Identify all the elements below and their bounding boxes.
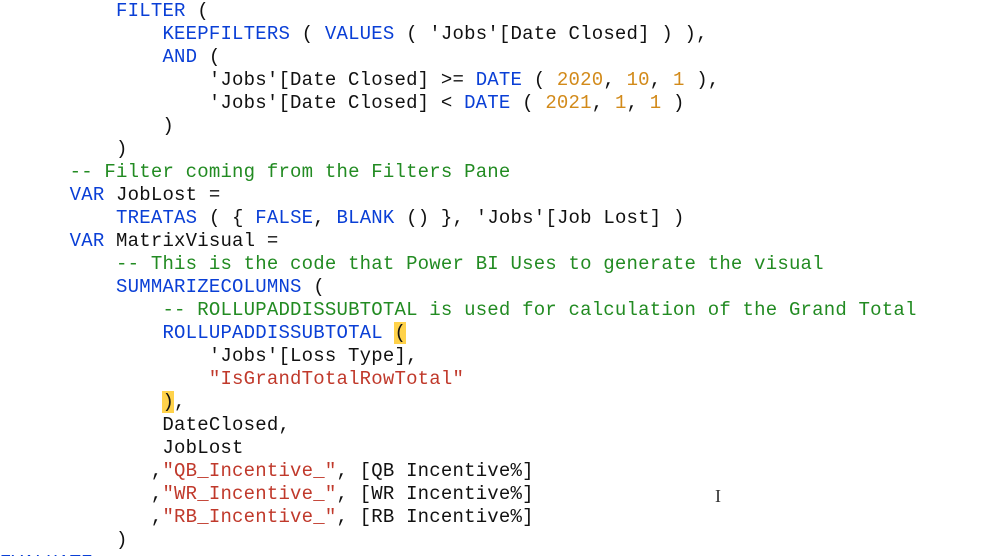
highlighted-close-paren: ) (162, 391, 174, 413)
number: 10 (627, 69, 650, 91)
string: "WR_Incentive_" (162, 483, 336, 505)
code-line: 'Jobs'[Date Closed] >= (0, 69, 476, 91)
code-line (0, 0, 116, 22)
number: 1 (650, 92, 662, 114)
highlighted-open-paren: ( (394, 322, 406, 344)
code-line: ) (0, 115, 174, 137)
code-line (0, 368, 209, 390)
code-line: JobLost (0, 437, 244, 459)
code-line: 'Jobs'[Loss Type], (0, 345, 418, 367)
code-text: , (313, 207, 336, 229)
code-line (0, 184, 70, 206)
code-text: , [WR Incentive%] (336, 483, 533, 505)
code-line: , (0, 483, 162, 505)
string: "QB_Incentive_" (162, 460, 336, 482)
code-text (383, 322, 395, 344)
comment: -- This is the code that Power BI Uses t… (116, 253, 824, 275)
comment: -- ROLLUPADDISSUBTOTAL is used for calcu… (162, 299, 916, 321)
code-text: , (592, 92, 615, 114)
code-text: ( 'Jobs'[Date Closed] ) ), (395, 23, 708, 45)
number: 1 (673, 69, 685, 91)
code-text: , (627, 92, 650, 114)
code-line: , (0, 506, 162, 528)
code-line (0, 253, 116, 275)
keyword-evaluate: EVALUATE (0, 552, 93, 556)
keyword-blank: BLANK (337, 207, 395, 229)
code-text: ( (186, 0, 209, 22)
code-text: , [QB Incentive%] (336, 460, 533, 482)
keyword-summarizecolumns: SUMMARIZECOLUMNS (116, 276, 302, 298)
code-editor[interactable]: FILTER ( KEEPFILTERS ( VALUES ( 'Jobs'[D… (0, 0, 991, 556)
keyword-values: VALUES (325, 23, 395, 45)
code-line (0, 46, 162, 68)
code-line (0, 322, 162, 344)
code-text: , (603, 69, 626, 91)
code-text: ( (302, 276, 325, 298)
keyword-and: AND (162, 46, 197, 68)
code-text: , [RB Incentive%] (336, 506, 533, 528)
code-text: ) (661, 92, 684, 114)
code-text: MatrixVisual = (104, 230, 278, 252)
code-text: ( { (197, 207, 255, 229)
comment: -- Filter coming from the Filters Pane (70, 161, 511, 183)
keyword-date: DATE (464, 92, 510, 114)
keyword-treatas: TREATAS (116, 207, 197, 229)
code-line: 'Jobs'[Date Closed] < (0, 92, 464, 114)
code-text: () }, 'Jobs'[Job Lost] ) (395, 207, 685, 229)
string: "RB_Incentive_" (162, 506, 336, 528)
code-line: DateClosed, (0, 414, 290, 436)
code-text: ( (522, 69, 557, 91)
code-line (0, 207, 116, 229)
code-line: ) (0, 529, 128, 551)
code-text: , (650, 69, 673, 91)
keyword-filter: FILTER (116, 0, 186, 22)
keyword-rollupaddissubtotal: ROLLUPADDISSUBTOTAL (162, 322, 382, 344)
code-text: ( (511, 92, 546, 114)
number: 2020 (557, 69, 603, 91)
code-text: ( (290, 23, 325, 45)
number: 2021 (545, 92, 591, 114)
code-line (0, 230, 70, 252)
code-line: , (0, 460, 162, 482)
keyword-date: DATE (476, 69, 522, 91)
code-line (0, 391, 162, 413)
string: "IsGrandTotalRowTotal" (209, 368, 464, 390)
keyword-false: FALSE (255, 207, 313, 229)
code-line: ) (0, 138, 128, 160)
keyword-var: VAR (70, 184, 105, 206)
code-text: JobLost = (104, 184, 220, 206)
code-line (0, 23, 162, 45)
code-line (0, 276, 116, 298)
number: 1 (615, 92, 627, 114)
code-line (0, 299, 162, 321)
code-text: , (174, 391, 186, 413)
code-text: ), (685, 69, 720, 91)
keyword-keepfilters: KEEPFILTERS (162, 23, 290, 45)
code-text: ( (197, 46, 220, 68)
code-line (0, 161, 70, 183)
keyword-var: VAR (70, 230, 105, 252)
